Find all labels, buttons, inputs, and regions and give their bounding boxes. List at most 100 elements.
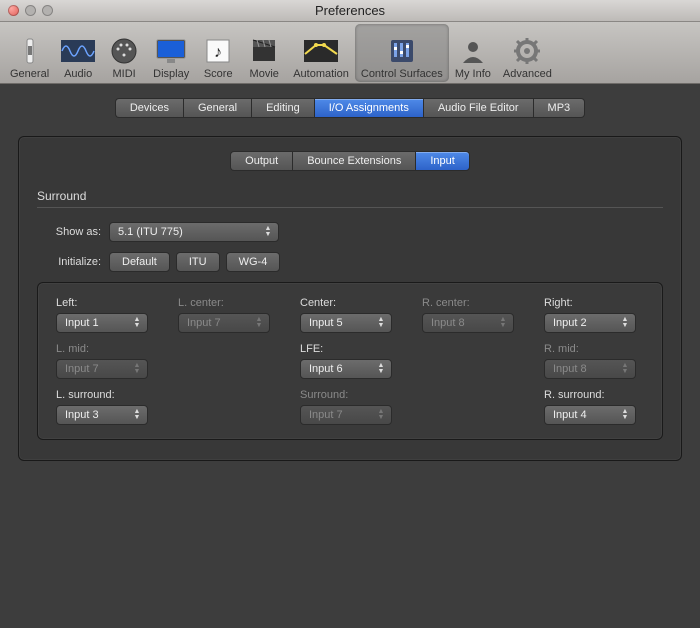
arrows-icon: ▲▼ [619, 314, 631, 332]
channel-cell: L. center: Input 7 ▲▼ [178, 297, 278, 333]
arrows-icon: ▲▼ [375, 314, 387, 332]
channel-popup[interactable]: Input 6▲▼ [300, 359, 392, 379]
toolbar-label: Display [153, 68, 189, 80]
initialize-default-button[interactable]: Default [109, 252, 170, 272]
channels-grid: Left:Input 1▲▼L. center:Input 7▲▼Center:… [56, 297, 644, 425]
initialize-itu-button[interactable]: ITU [176, 252, 220, 272]
toolbar-audio[interactable]: Audio [55, 24, 101, 82]
arrows-icon: ▲▼ [375, 360, 387, 378]
subtab-bounce-extensions[interactable]: Bounce Extensions [292, 151, 415, 171]
preferences-pane: DevicesGeneralEditingI/O AssignmentsAudi… [0, 84, 700, 628]
toolbar-label: Movie [250, 68, 279, 80]
channel-cell: LFE: Input 6▲▼ [300, 343, 400, 379]
channel-popup[interactable]: Input 2▲▼ [544, 313, 636, 333]
toolbar-label: My Info [455, 68, 491, 80]
display-icon [154, 34, 188, 68]
channel-popup: Input 8 ▲▼ [544, 359, 636, 379]
channel-value: Input 7 [65, 363, 99, 375]
toolbar-label: Advanced [503, 68, 552, 80]
toolbar-label: Audio [64, 68, 92, 80]
channel-cell: L. surround: Input 3▲▼ [56, 389, 156, 425]
toolbar-control-surfaces[interactable]: Control Surfaces [355, 24, 449, 82]
minimize-button[interactable] [25, 5, 36, 16]
channel-popup[interactable]: Input 3▲▼ [56, 405, 148, 425]
channels-box: Left:Input 1▲▼L. center:Input 7▲▼Center:… [37, 282, 663, 440]
channel-value: Input 3 [65, 409, 99, 421]
secondary-tabs: OutputBounce ExtensionsInput [37, 151, 663, 171]
tab-general[interactable]: General [183, 98, 251, 118]
window-title: Preferences [0, 3, 700, 18]
arrows-icon: ▲▼ [131, 360, 143, 378]
initialize-wg4-button[interactable]: WG-4 [226, 252, 281, 272]
channel-cell: Center:Input 5▲▼ [300, 297, 400, 333]
channel-popup[interactable]: Input 4 ▲▼ [544, 405, 636, 425]
initialize-buttons: Default ITU WG-4 [109, 252, 280, 272]
channel-cell: L. mid:Input 7▲▼ [56, 343, 156, 379]
toolbar-display[interactable]: Display [147, 24, 195, 82]
channel-popup: Input 7 ▲▼ [178, 313, 270, 333]
channel-cell: R. surround:Input 4▲▼ [544, 389, 644, 425]
channel-label: LFE: [300, 343, 400, 355]
show-as-row: Show as: 5.1 (ITU 775) ▲▼ [37, 222, 663, 242]
channel-cell [178, 389, 278, 425]
channel-value: Input 8 [553, 363, 587, 375]
channel-cell: Left: Input 1▲▼ [56, 297, 156, 333]
toolbar-advanced[interactable]: Advanced [497, 24, 558, 82]
audio-icon [61, 34, 95, 68]
toolbar-midi[interactable]: MIDI [101, 24, 147, 82]
channel-label: R. mid: [544, 343, 644, 355]
primary-tabs: DevicesGeneralEditingI/O AssignmentsAudi… [18, 98, 682, 118]
general-icon [13, 34, 47, 68]
arrows-icon: ▲▼ [262, 223, 274, 241]
channel-label: Left: [56, 297, 156, 309]
channel-value: Input 8 [431, 317, 465, 329]
toolbar-score[interactable]: ♪Score [195, 24, 241, 82]
arrows-icon: ▲▼ [253, 314, 265, 332]
channel-cell: Surround: Input 7 ▲▼ [300, 389, 400, 425]
channel-value: Input 7 [309, 409, 343, 421]
toolbar-general[interactable]: General [4, 24, 55, 82]
channel-popup[interactable]: Input 1▲▼ [56, 313, 148, 333]
channel-cell [422, 389, 522, 425]
channel-label: Right: [544, 297, 644, 309]
subtab-input[interactable]: Input [415, 151, 469, 171]
tab-editing[interactable]: Editing [251, 98, 314, 118]
score-icon: ♪ [201, 34, 235, 68]
channel-value: Input 7 [187, 317, 221, 329]
channel-value: Input 4 [553, 409, 587, 421]
toolbar-label: MIDI [113, 68, 136, 80]
arrows-icon: ▲▼ [375, 406, 387, 424]
initialize-label: Initialize: [37, 256, 101, 268]
advanced-icon [510, 34, 544, 68]
channel-label: Surround: [300, 389, 400, 401]
tab-mp3[interactable]: MP3 [533, 98, 586, 118]
subtab-output[interactable]: Output [230, 151, 292, 171]
toolbar-label: General [10, 68, 49, 80]
tab-devices[interactable]: Devices [115, 98, 183, 118]
tab-i-o-assignments[interactable]: I/O Assignments [314, 98, 423, 118]
zoom-button[interactable] [42, 5, 53, 16]
initialize-row: Initialize: Default ITU WG-4 [37, 252, 663, 272]
toolbar-automation[interactable]: Automation [287, 24, 355, 82]
channel-cell: Right: Input 2▲▼ [544, 297, 644, 333]
preferences-toolbar: General Audio MIDI Display ♪Score Movie Automa… [0, 22, 700, 84]
midi-icon [107, 34, 141, 68]
arrows-icon: ▲▼ [619, 406, 631, 424]
window-titlebar: Preferences [0, 0, 700, 22]
channel-cell: R. center: Input 8 ▲▼ [422, 297, 522, 333]
channel-label: L. center: [178, 297, 278, 309]
arrows-icon: ▲▼ [497, 314, 509, 332]
io-assignments-group: OutputBounce ExtensionsInput Surround Sh… [18, 136, 682, 461]
toolbar-my-info[interactable]: My Info [449, 24, 497, 82]
close-button[interactable] [8, 5, 19, 16]
channel-cell: R. mid: Input 8 ▲▼ [544, 343, 644, 379]
arrows-icon: ▲▼ [619, 360, 631, 378]
tab-audio-file-editor[interactable]: Audio File Editor [423, 98, 533, 118]
channel-popup[interactable]: Input 5▲▼ [300, 313, 392, 333]
toolbar-label: Automation [293, 68, 349, 80]
show-as-popup[interactable]: 5.1 (ITU 775) ▲▼ [109, 222, 279, 242]
channel-label: L. surround: [56, 389, 156, 401]
channel-cell [422, 343, 522, 379]
toolbar-movie[interactable]: Movie [241, 24, 287, 82]
channel-label: R. center: [422, 297, 522, 309]
